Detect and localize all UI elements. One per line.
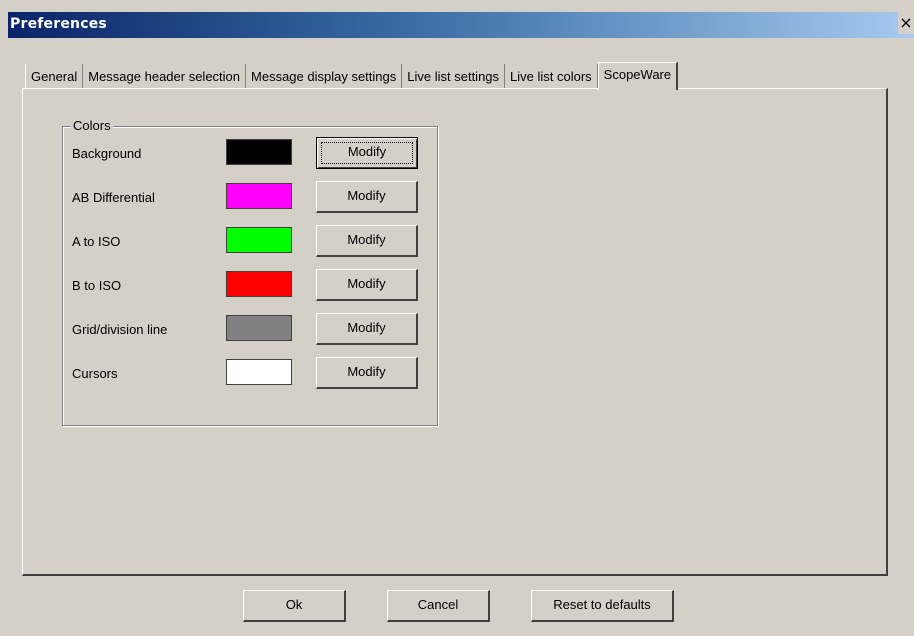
color-row-label-background: Background: [72, 146, 142, 161]
color-row-label-grid-division-line: Grid/division line: [72, 322, 168, 337]
color-row-label-cursors: Cursors: [72, 366, 118, 381]
window-title: Preferences: [10, 16, 107, 32]
tab-scopeware[interactable]: ScopeWare: [597, 62, 679, 90]
modify-background-button[interactable]: Modify: [316, 137, 418, 169]
tab-live-list-settings[interactable]: Live list settings: [402, 64, 506, 89]
preferences-dialog: Preferences × General Message header sel…: [0, 0, 914, 636]
color-swatch-b-to-iso: [226, 271, 292, 297]
colors-group-title: Colors: [71, 118, 113, 133]
color-swatch-grid-division-line: [226, 315, 292, 341]
reset-to-defaults-button[interactable]: Reset to defaults: [531, 590, 674, 622]
title-bar: Preferences: [8, 12, 914, 38]
color-swatch-background: [226, 139, 292, 165]
tab-message-display-settings[interactable]: Message display settings: [246, 64, 403, 89]
color-swatch-ab-differential: [226, 183, 292, 209]
tab-message-header-selection[interactable]: Message header selection: [83, 64, 247, 89]
color-swatch-cursors: [226, 359, 292, 385]
color-row-label-a-to-iso: A to ISO: [72, 234, 121, 249]
tab-general[interactable]: General: [25, 64, 84, 89]
ok-button[interactable]: Ok: [243, 590, 346, 622]
modify-a-to-iso-button[interactable]: Modify: [316, 225, 418, 257]
modify-ab-differential-button[interactable]: Modify: [316, 181, 418, 213]
modify-grid-division-line-button[interactable]: Modify: [316, 313, 418, 345]
modify-cursors-button[interactable]: Modify: [316, 357, 418, 389]
color-swatch-a-to-iso: [226, 227, 292, 253]
color-row-label-b-to-iso: B to ISO: [72, 278, 122, 293]
tab-live-list-colors[interactable]: Live list colors: [505, 64, 598, 89]
modify-b-to-iso-button[interactable]: Modify: [316, 269, 418, 301]
color-row-label-ab-differential: AB Differential: [72, 190, 155, 205]
close-icon[interactable]: ×: [898, 12, 914, 34]
cancel-button[interactable]: Cancel: [387, 590, 490, 622]
tab-strip: General Message header selection Message…: [25, 62, 679, 90]
